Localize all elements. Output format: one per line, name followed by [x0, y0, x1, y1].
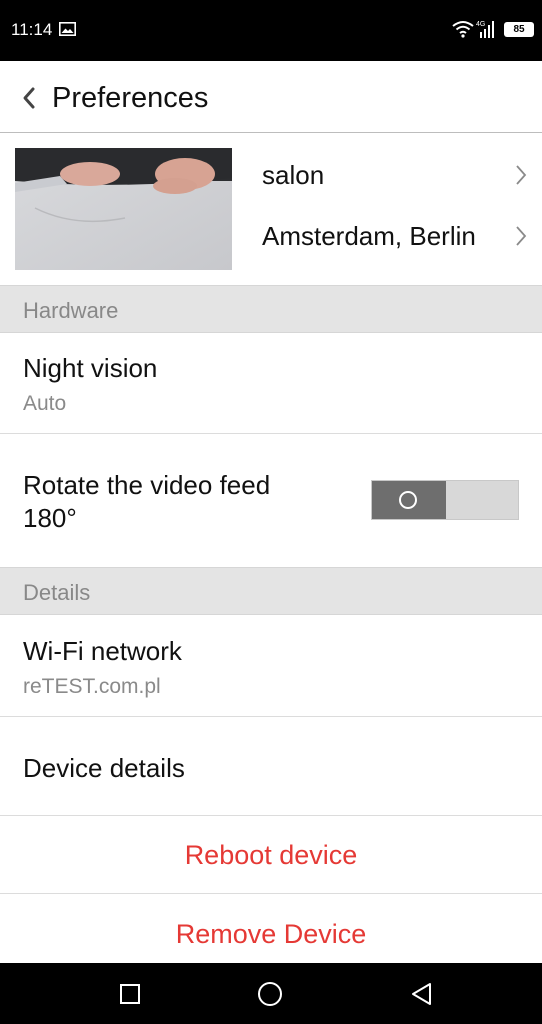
chevron-right-icon [516, 165, 527, 185]
status-time: 11:14 [11, 20, 53, 39]
reboot-device-button[interactable]: Reboot device [0, 816, 542, 894]
remove-label: Remove Device [175, 919, 367, 949]
camera-summary: salon Amsterdam, Berlin [0, 133, 542, 285]
night-vision-item[interactable]: Night vision Auto [0, 333, 542, 434]
item-title: Wi-Fi network [23, 636, 182, 666]
status-bar: 11:14 4G 85 [0, 0, 542, 61]
camera-location-row[interactable]: Amsterdam, Berlin [262, 210, 542, 260]
rotate-video-item: Rotate the video feed 180° [0, 434, 542, 567]
item-title-line2: 180° [23, 503, 77, 533]
wifi-network-item[interactable]: Wi-Fi network reTEST.com.pl [0, 615, 542, 717]
remove-device-button[interactable]: Remove Device [0, 894, 542, 963]
home-circle-icon[interactable] [257, 981, 283, 1007]
toggle-knob [372, 481, 446, 519]
chevron-left-icon[interactable] [19, 85, 39, 111]
section-title: Hardware [23, 298, 119, 323]
item-value: reTEST.com.pl [23, 675, 161, 698]
camera-location: Amsterdam, Berlin [262, 221, 476, 251]
item-value: Auto [23, 392, 67, 415]
back-triangle-icon[interactable] [409, 981, 435, 1007]
wifi-icon [452, 21, 474, 38]
camera-name-row[interactable]: salon [262, 149, 542, 199]
mobile-signal-icon: 4G [476, 21, 494, 38]
system-nav-bar [0, 963, 542, 1024]
preferences-screen: 11:14 4G 85 Preferences salon Amsterdam,… [0, 0, 542, 1024]
item-title: Night vision [23, 353, 158, 383]
app-header: Preferences [0, 61, 542, 133]
reboot-label: Reboot device [184, 840, 358, 870]
gallery-icon [59, 22, 76, 36]
section-title: Details [23, 580, 91, 605]
camera-thumbnail[interactable] [15, 148, 232, 270]
section-header-hardware: Hardware [0, 285, 542, 333]
item-title: Device details [23, 753, 185, 783]
chevron-right-icon [516, 226, 527, 246]
item-title-line1: Rotate the video feed [23, 470, 271, 500]
svg-text:4G: 4G [476, 21, 485, 28]
recents-square-icon[interactable] [117, 981, 143, 1007]
section-header-details: Details [0, 567, 542, 615]
device-details-item[interactable]: Device details [0, 717, 542, 816]
page-title: Preferences [52, 82, 209, 114]
battery-icon: 85 [504, 22, 534, 37]
camera-name: salon [262, 160, 325, 190]
rotate-toggle[interactable] [371, 480, 519, 520]
